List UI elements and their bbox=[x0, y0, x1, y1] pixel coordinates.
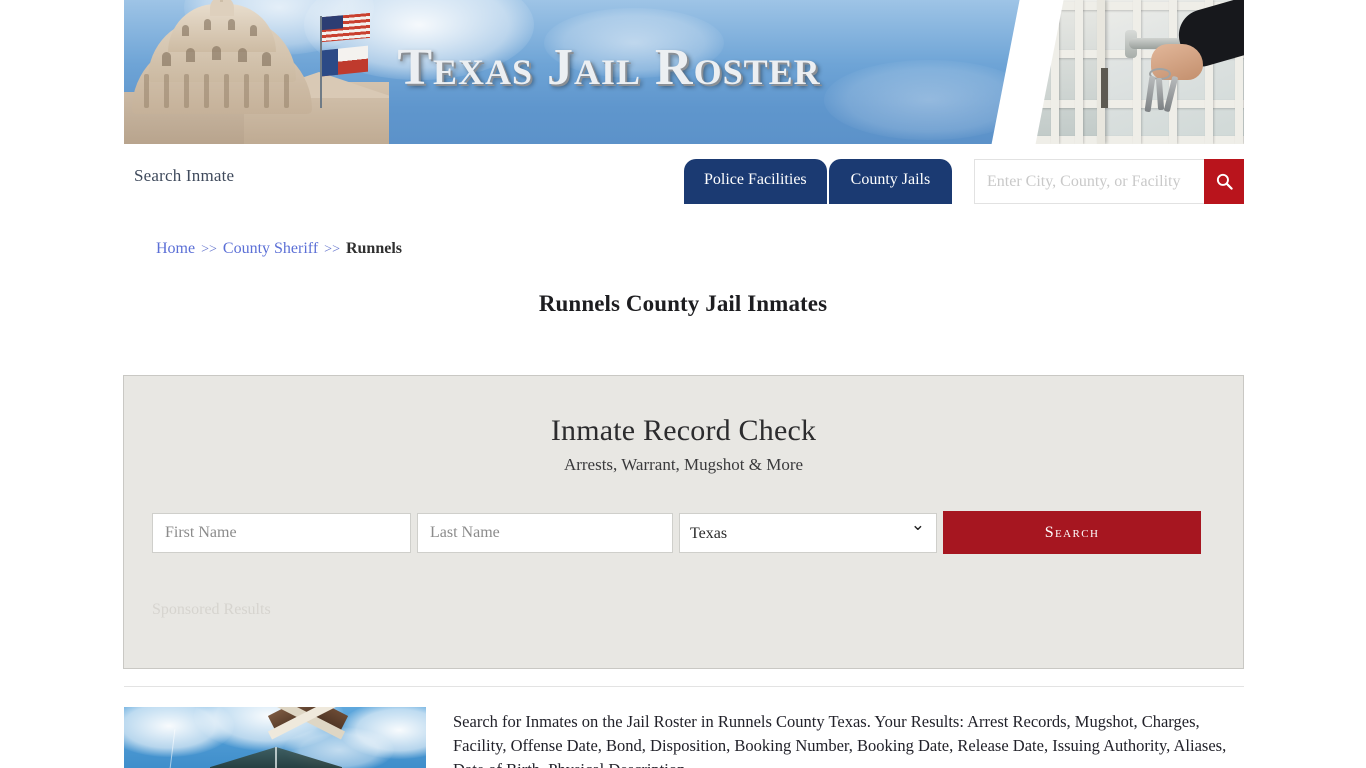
courthouse-thumbnail bbox=[124, 707, 426, 768]
header-search bbox=[974, 159, 1244, 204]
sponsored-results-label: Sponsored Results bbox=[152, 601, 271, 618]
tab-police-facilities[interactable]: Police Facilities bbox=[684, 159, 827, 204]
card-subheading: Arrests, Warrant, Mugshot & More bbox=[563, 455, 804, 474]
breadcrumb-item-county-sheriff[interactable]: County Sheriff bbox=[223, 240, 318, 257]
facility-search-input[interactable] bbox=[974, 159, 1204, 204]
breadcrumb-item-runnels: Runnels bbox=[345, 240, 402, 257]
last-name-input[interactable] bbox=[417, 513, 673, 553]
breadcrumb-item-home[interactable]: Home bbox=[156, 240, 195, 257]
breadcrumb-separator: >> bbox=[201, 242, 217, 257]
breadcrumb-separator: >> bbox=[324, 242, 340, 257]
first-name-input[interactable] bbox=[152, 513, 411, 553]
breadcrumb: Home >> County Sheriff >> Runnels bbox=[156, 240, 402, 258]
content-divider bbox=[124, 686, 1244, 687]
page-title: Runnels County Jail Inmates bbox=[538, 291, 828, 316]
tab-county-jails[interactable]: County Jails bbox=[828, 159, 953, 204]
header-search-button[interactable] bbox=[1204, 159, 1244, 204]
card-heading: Inmate Record Check bbox=[550, 414, 817, 447]
state-select[interactable]: Texas bbox=[679, 513, 937, 553]
search-icon bbox=[1216, 173, 1233, 190]
brand-search-inmate[interactable]: Search Inmate bbox=[134, 166, 234, 186]
description-paragraph: Search for Inmates on the Jail Roster in… bbox=[453, 712, 1227, 768]
page-root: Texas Jail Roster Search Inmate Police F… bbox=[0, 0, 1366, 768]
top-navigation: Search Inmate Police Facilities County J… bbox=[124, 144, 1244, 220]
banner-title: Texas Jail Roster bbox=[397, 39, 821, 96]
nav-tabs: Police Facilities County Jails bbox=[684, 159, 954, 204]
inmate-record-check-card: Inmate Record Check Arrests, Warrant, Mu… bbox=[123, 375, 1244, 669]
site-banner: Texas Jail Roster bbox=[124, 0, 1244, 144]
inmate-search-form: Texas Search bbox=[152, 511, 1217, 554]
state-select-wrapper: Texas bbox=[679, 513, 937, 554]
search-button[interactable]: Search bbox=[943, 511, 1201, 554]
